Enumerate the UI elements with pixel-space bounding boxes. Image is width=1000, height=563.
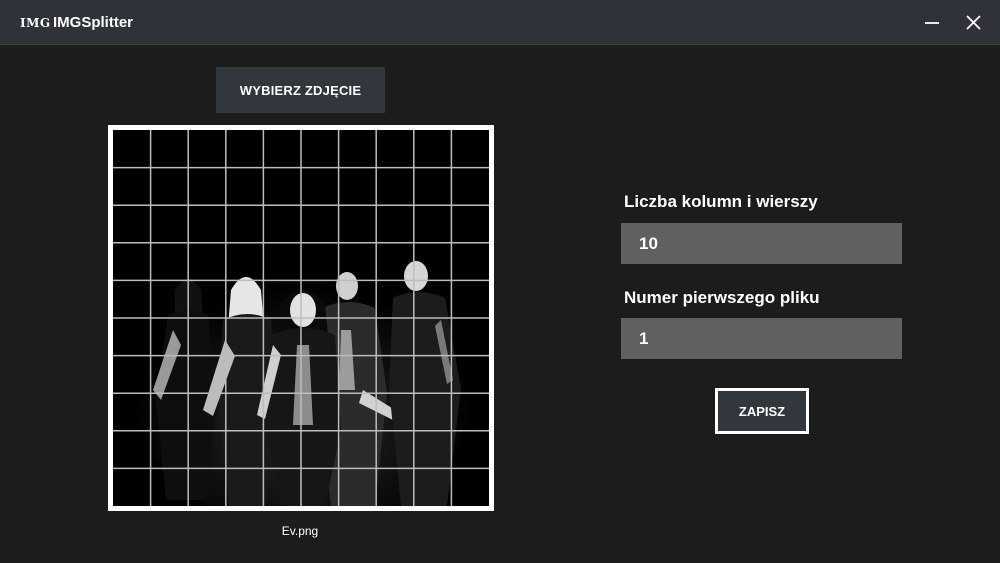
minimize-icon	[925, 22, 939, 24]
file-name-label: Ev.png	[281, 524, 319, 538]
first-file-number-input[interactable]	[621, 318, 902, 359]
save-button[interactable]: ZAPISZ	[715, 388, 809, 434]
close-icon	[966, 15, 981, 30]
app-title: IMGSplitter	[53, 14, 134, 31]
columns-input[interactable]	[621, 223, 902, 264]
choose-image-button[interactable]: WYBIERZ ZDJĘCIE	[216, 67, 385, 113]
app-logo-icon: IMG	[20, 16, 51, 30]
title-bar: IMG IMGSplitter	[0, 0, 1000, 45]
first-file-number-label: Numer pierwszego pliku	[624, 288, 820, 307]
minimize-button[interactable]	[917, 8, 947, 38]
columns-label: Liczba kolumn i wierszy	[624, 192, 818, 211]
image-preview	[108, 125, 494, 511]
photo-preview-image	[113, 130, 489, 506]
close-button[interactable]	[958, 8, 988, 38]
